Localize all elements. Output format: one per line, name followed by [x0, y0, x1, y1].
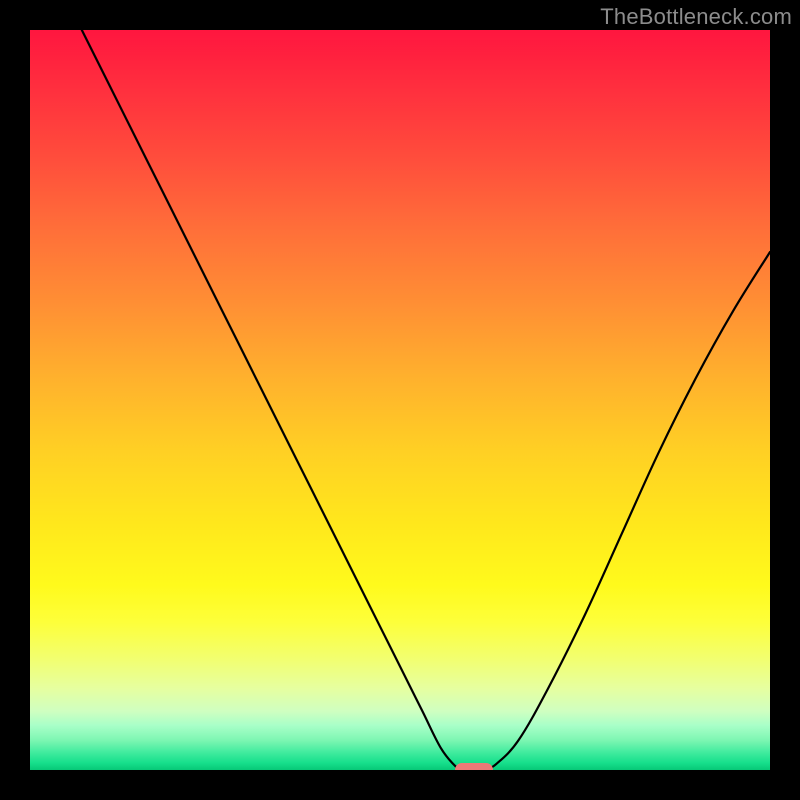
curve-left-branch [82, 30, 463, 770]
plot-area [30, 30, 770, 770]
curve-right-branch [485, 252, 770, 770]
bottleneck-curve [30, 30, 770, 770]
chart-frame: TheBottleneck.com [0, 0, 800, 800]
watermark-text: TheBottleneck.com [600, 4, 792, 30]
optimum-marker [455, 763, 493, 770]
